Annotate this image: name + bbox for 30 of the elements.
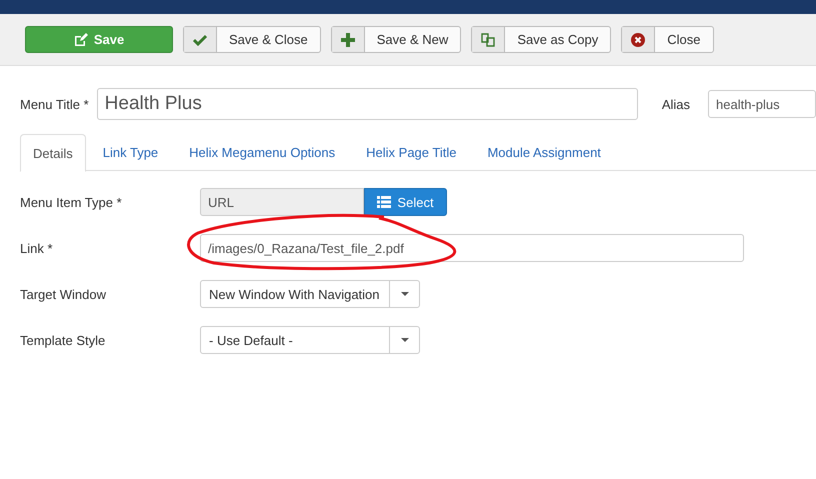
- toolbar-button[interactable]: Close: [621, 26, 714, 53]
- field-label: Template Style: [20, 332, 106, 348]
- list-icon: [377, 196, 392, 208]
- plus-icon: [340, 32, 355, 46]
- dropdown[interactable]: - Use Default -: [200, 326, 420, 354]
- tab[interactable]: Module Assignment: [470, 134, 615, 171]
- copy-icon: [481, 32, 496, 46]
- toolbar-button[interactable]: Save as Copy: [471, 26, 612, 53]
- type-field[interactable]: URL: [200, 188, 364, 216]
- check-icon: [193, 34, 207, 46]
- alias-field[interactable]: health-plus: [708, 90, 816, 118]
- title-field[interactable]: Health Plus: [96, 88, 638, 120]
- tab[interactable]: Details: [20, 134, 86, 172]
- field-label: Menu Item Type *: [20, 194, 123, 210]
- field-label: Link *: [20, 240, 54, 256]
- caret-icon: [400, 338, 408, 342]
- tab[interactable]: Link Type: [86, 134, 172, 171]
- close-icon: [631, 32, 646, 46]
- toolbar-button[interactable]: Save & Close: [183, 26, 321, 53]
- tab[interactable]: Helix Megamenu Options: [172, 134, 350, 171]
- field-label: Target Window: [20, 286, 107, 302]
- field-label: Alias: [662, 96, 690, 112]
- link-field[interactable]: /images/0_Razana/Test_file_2.pdf: [200, 234, 744, 262]
- toolbar-button[interactable]: Save & New: [330, 26, 462, 53]
- tab[interactable]: Helix Page Title: [349, 134, 470, 171]
- field-label: Menu Title *: [20, 96, 89, 112]
- caret-icon: [400, 292, 408, 296]
- edit-icon: [74, 32, 88, 46]
- dropdown[interactable]: New Window With Navigation: [200, 280, 420, 308]
- select-button[interactable]: Select: [364, 188, 447, 216]
